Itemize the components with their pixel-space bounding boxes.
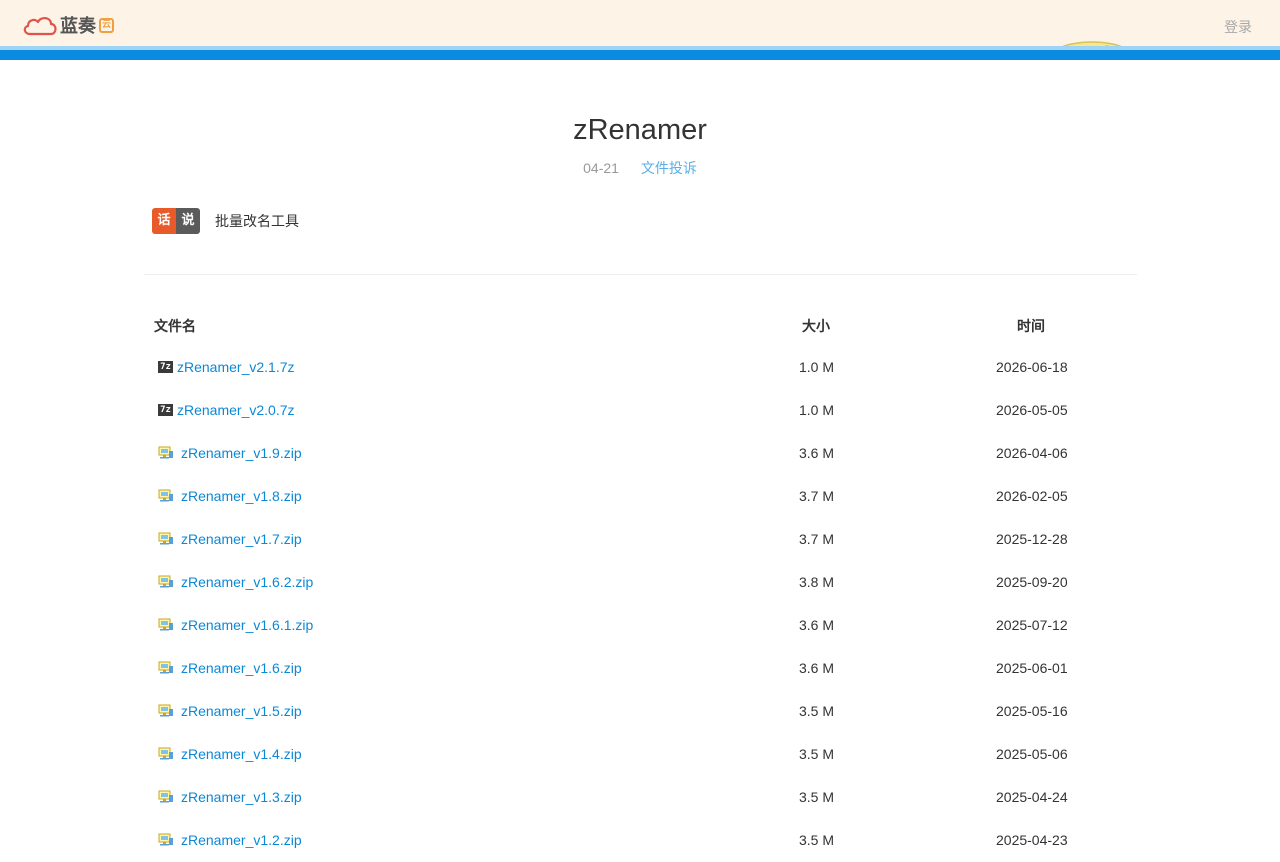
table-row: zRenamer_v1.6.1.zip 3.6 M 2025-07-12	[0, 604, 1280, 647]
table-row: zRenamer_v1.3.zip 3.5 M 2025-04-24	[0, 776, 1280, 819]
7z-archive-icon: 7z	[158, 360, 174, 374]
file-date: 2025-12-28	[996, 531, 1068, 547]
zip-file-icon	[158, 618, 174, 632]
site-logo[interactable]: 蓝奏 云	[22, 12, 114, 38]
zip-file-icon	[158, 833, 174, 847]
description-row: 话 说 批量改名工具	[152, 208, 299, 234]
section-divider	[144, 274, 1137, 275]
table-row: zRenamer_v1.8.zip 3.7 M 2026-02-05	[0, 475, 1280, 518]
login-link[interactable]: 登录	[1224, 17, 1252, 37]
7z-archive-icon: 7z	[158, 403, 174, 417]
cloud-icon	[23, 17, 57, 36]
zip-file-icon	[158, 575, 174, 589]
file-size: 3.5 M	[799, 789, 835, 805]
file-date: 2025-06-01	[996, 660, 1068, 676]
file-date: 2026-05-05	[996, 402, 1068, 418]
file-name-link[interactable]: zRenamer_v2.0.7z	[177, 402, 295, 418]
file-date: 2025-09-20	[996, 574, 1068, 590]
file-date: 2025-07-12	[996, 617, 1068, 633]
file-size: 3.6 M	[799, 617, 835, 633]
zip-file-icon	[158, 661, 174, 675]
top-bar: 蓝奏 云 登录	[0, 0, 1280, 60]
page-title: zRenamer	[573, 114, 707, 146]
file-size: 3.7 M	[799, 531, 835, 547]
file-date: 2026-04-06	[996, 445, 1068, 461]
file-name-link[interactable]: zRenamer_v1.5.zip	[181, 703, 302, 719]
table-row: zRenamer_v1.2.zip 3.5 M 2025-04-23	[0, 819, 1280, 862]
logo-badge: 云	[99, 17, 114, 33]
file-date: 2026-06-18	[996, 359, 1068, 375]
file-date: 2025-04-23	[996, 832, 1068, 848]
file-size: 3.8 M	[799, 574, 835, 590]
table-row: zRenamer_v1.9.zip 3.6 M 2026-04-06	[0, 432, 1280, 475]
table-row: zRenamer_v1.5.zip 3.5 M 2025-05-16	[0, 690, 1280, 733]
file-name-link[interactable]: zRenamer_v1.4.zip	[181, 746, 302, 762]
file-date: 2025-05-06	[996, 746, 1068, 762]
file-size: 3.7 M	[799, 488, 835, 504]
file-name-link[interactable]: zRenamer_v1.8.zip	[181, 488, 302, 504]
upload-date: 04-21	[583, 160, 619, 176]
logo-text: 蓝奏	[60, 16, 96, 37]
zip-file-icon	[158, 489, 174, 503]
file-size: 3.5 M	[799, 703, 835, 719]
zip-file-icon	[158, 446, 174, 460]
file-size: 3.5 M	[799, 832, 835, 848]
file-date: 2025-05-16	[996, 703, 1068, 719]
file-name-link[interactable]: zRenamer_v1.7.zip	[181, 531, 302, 547]
file-meta: 04-21 文件投诉	[0, 158, 1280, 178]
description-badge-left: 话	[152, 208, 176, 234]
file-date: 2025-04-24	[996, 789, 1068, 805]
file-name-link[interactable]: zRenamer_v2.1.7z	[177, 359, 295, 375]
file-name-link[interactable]: zRenamer_v1.3.zip	[181, 789, 302, 805]
file-size: 3.5 M	[799, 746, 835, 762]
file-size: 3.6 M	[799, 660, 835, 676]
file-name-link[interactable]: zRenamer_v1.9.zip	[181, 445, 302, 461]
column-header-time: 时间	[1017, 319, 1045, 335]
file-size: 1.0 M	[799, 359, 835, 375]
file-name-link[interactable]: zRenamer_v1.6.2.zip	[181, 574, 313, 590]
zip-file-icon	[158, 532, 174, 546]
header-stripe	[0, 50, 1280, 60]
table-row: zRenamer_v1.6.zip 3.6 M 2025-06-01	[0, 647, 1280, 690]
report-link[interactable]: 文件投诉	[641, 161, 697, 177]
file-size: 1.0 M	[799, 402, 835, 418]
column-header-name: 文件名	[154, 319, 196, 335]
file-name-link[interactable]: zRenamer_v1.2.zip	[181, 832, 302, 848]
file-size: 3.6 M	[799, 445, 835, 461]
zip-file-icon	[158, 704, 174, 718]
description-badge-right: 说	[176, 208, 200, 234]
table-row: 7z zRenamer_v2.1.7z 1.0 M 2026-06-18	[0, 346, 1280, 389]
table-row: zRenamer_v1.4.zip 3.5 M 2025-05-06	[0, 733, 1280, 776]
table-row: zRenamer_v1.7.zip 3.7 M 2025-12-28	[0, 518, 1280, 561]
column-header-size: 大小	[802, 319, 830, 335]
file-date: 2026-02-05	[996, 488, 1068, 504]
table-row: 7z zRenamer_v2.0.7z 1.0 M 2026-05-05	[0, 389, 1280, 432]
file-name-link[interactable]: zRenamer_v1.6.1.zip	[181, 617, 313, 633]
table-row: zRenamer_v1.6.2.zip 3.8 M 2025-09-20	[0, 561, 1280, 604]
zip-file-icon	[158, 747, 174, 761]
file-name-link[interactable]: zRenamer_v1.6.zip	[181, 660, 302, 676]
zip-file-icon	[158, 790, 174, 804]
description-text: 批量改名工具	[215, 214, 299, 230]
